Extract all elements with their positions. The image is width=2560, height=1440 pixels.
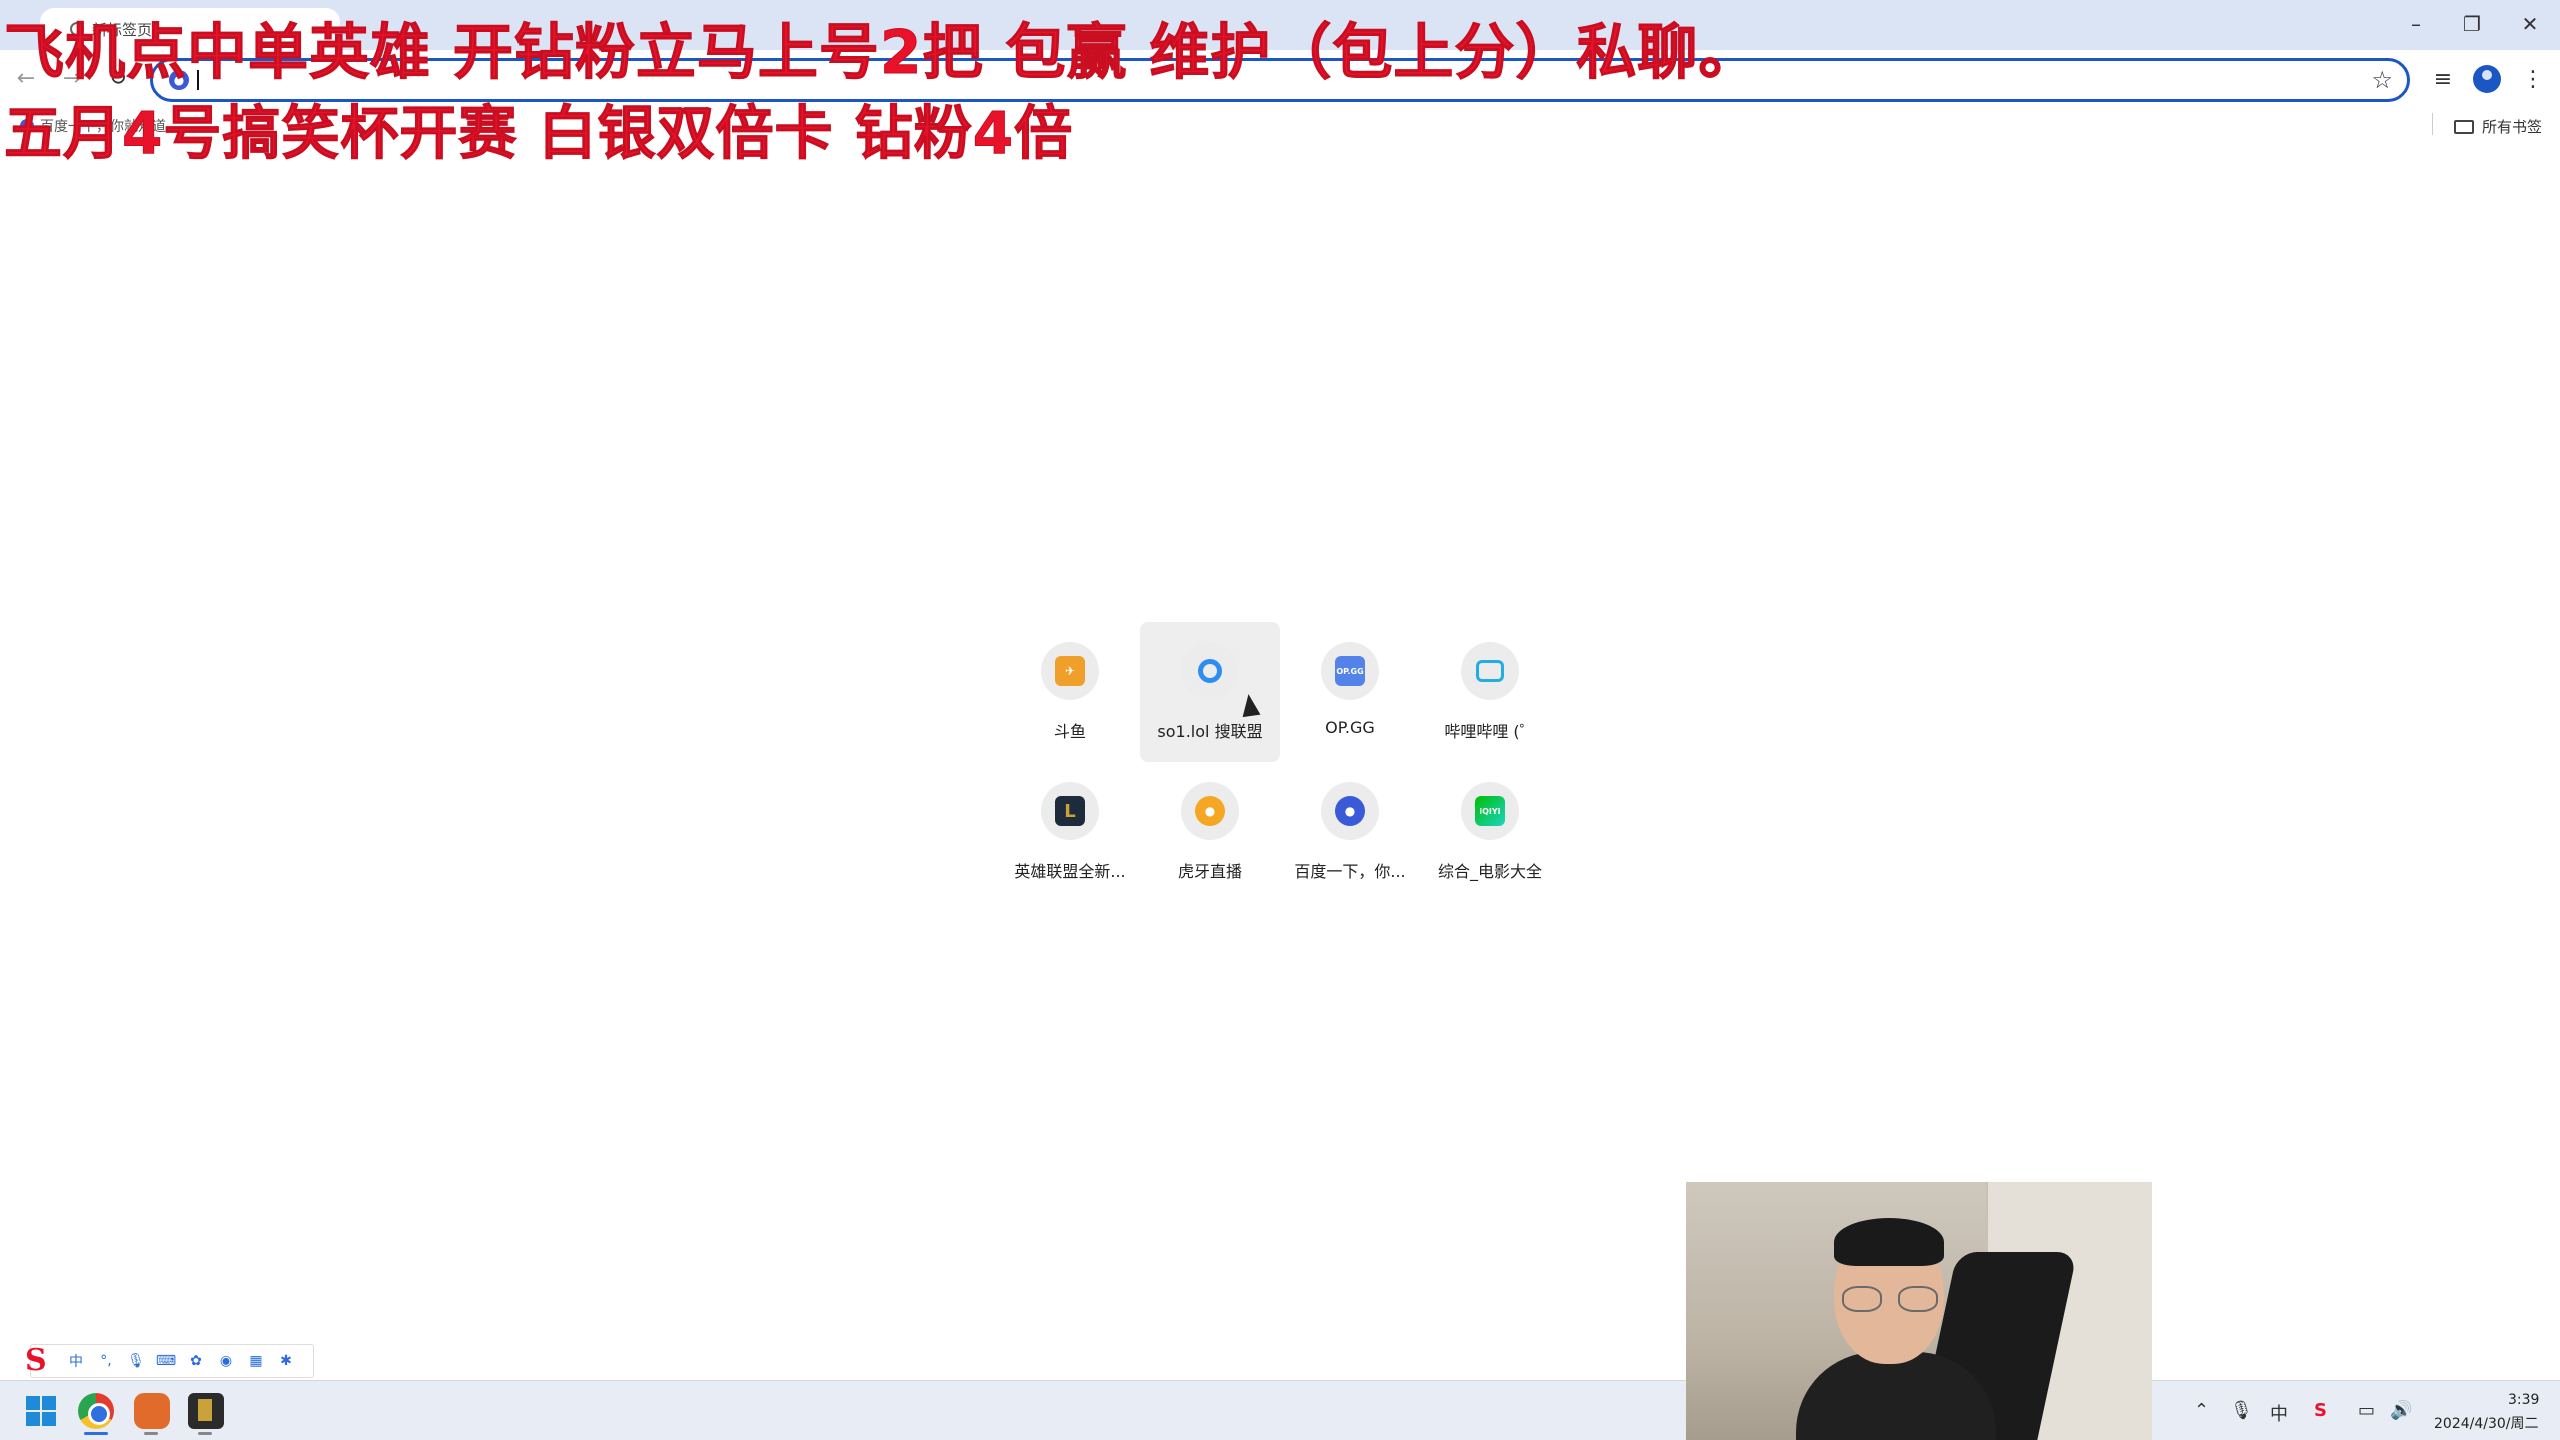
clock-time[interactable]: 3:39 [2508, 1392, 2539, 1408]
tray-overflow-icon[interactable]: ⌃ [2194, 1400, 2209, 1421]
shortcut-icon-circle: L [1041, 782, 1099, 840]
shortcut-tile[interactable]: 哔哩哔哩 (゜ [1420, 622, 1560, 762]
overlay-text-line-1: 飞机点中单英雄 开钻粉立马上号2把 包赢 维护（包上分）私聊。 [3, 18, 1760, 89]
tray-volume-icon[interactable]: 🔊 [2390, 1400, 2412, 1421]
tray-network-icon[interactable]: ▭ [2358, 1400, 2375, 1421]
shortcut-icon-circle: iQIYI [1461, 782, 1519, 840]
ime-toolbar: S 中 °, 🎙 ⌨ ✿ ◉ ▦ ✱ [25, 1343, 314, 1378]
shortcut-label: 虎牙直播 [1177, 862, 1242, 881]
restore-button[interactable]: ❐ [2452, 8, 2492, 40]
webcam-overlay [1686, 1182, 2152, 1440]
shortcut-label: 斗鱼 [1053, 722, 1086, 741]
ime-mode-toggle[interactable]: 中 [61, 1348, 91, 1374]
tray-microphone-icon[interactable]: 🎙 [2230, 1400, 2253, 1421]
folder-icon [2453, 119, 2474, 134]
media-control-icon[interactable]: ≡ [2426, 62, 2460, 96]
microphone-icon[interactable]: 🎙 [121, 1348, 151, 1374]
skin-icon[interactable]: ✿ [181, 1348, 211, 1374]
running-indicator [144, 1432, 158, 1435]
webcam-person-glasses [1842, 1286, 1938, 1312]
shortcut-icon-circle: ✈ [1041, 642, 1099, 700]
baidu-icon: ● [1335, 796, 1365, 826]
shortcut-tile[interactable]: OP.GG OP.GG [1280, 622, 1420, 762]
tray-sogou-icon[interactable]: S [2314, 1400, 2327, 1421]
huya-icon: ● [1195, 796, 1225, 826]
all-bookmarks-button[interactable]: 所有书签 [2453, 116, 2542, 137]
shortcut-icon-circle [1181, 642, 1239, 700]
close-button[interactable]: ✕ [2510, 8, 2550, 40]
tray-ime-icon[interactable]: 中 [2270, 1400, 2288, 1426]
sogou-logo-icon[interactable]: S [25, 1343, 61, 1379]
shortcut-icon-circle: ● [1321, 782, 1379, 840]
toolbox-icon[interactable]: ▦ [241, 1348, 271, 1374]
bookmark-star-icon[interactable]: ☆ [2371, 66, 2393, 94]
hand-cursor-icon [1239, 692, 1261, 718]
shortcut-tile[interactable]: ● 虎牙直播 [1140, 762, 1280, 902]
menu-kebab-icon[interactable]: ⋮ [2516, 62, 2550, 96]
punctuation-icon[interactable]: °, [91, 1348, 121, 1374]
opgg-icon: OP.GG [1335, 656, 1365, 686]
bilibili-icon [1475, 656, 1505, 686]
bookmarks-divider [2432, 113, 2433, 135]
douyu-icon: ✈ [1055, 656, 1085, 686]
shortcut-tile[interactable]: so1.lol 搜联盟 [1140, 622, 1280, 762]
shortcut-tile[interactable]: ✈ 斗鱼 [1000, 622, 1140, 762]
shortcut-label: so1.lol 搜联盟 [1157, 722, 1263, 741]
desktop: ⌄ 新标签页 – ❐ ✕ ← → ↻ ● ☆ ≡ ⋮ 百度一下，你就知道 所有书… [0, 0, 2560, 1440]
iqiyi-icon: iQIYI [1475, 796, 1505, 826]
shortcut-label: OP.GG [1325, 718, 1375, 737]
shortcut-tile[interactable]: L 英雄联盟全新... [1000, 762, 1140, 902]
running-indicator [198, 1432, 212, 1435]
overlay-text-line-2: 五月4号搞笑杯开赛 白银双倍卡 钻粉4倍 [3, 99, 1074, 168]
gamepad-icon[interactable]: ◉ [211, 1348, 241, 1374]
taskbar [0, 1380, 2560, 1440]
clock-date[interactable]: 2024/4/30/周二 [2434, 1413, 2539, 1433]
app-taskbar-icon[interactable] [134, 1393, 170, 1429]
keyboard-icon[interactable]: ⌨ [151, 1348, 181, 1374]
shortcut-label: 综合_电影大全 [1437, 862, 1542, 881]
start-button[interactable] [26, 1396, 56, 1426]
shortcut-label: 百度一下，你... [1294, 862, 1406, 881]
shortcut-label: 哔哩哔哩 (゜ [1444, 722, 1536, 741]
shortcut-icon-circle [1461, 642, 1519, 700]
all-bookmarks-label: 所有书签 [2481, 118, 2542, 136]
shortcut-label: 英雄联盟全新... [1014, 862, 1126, 881]
lol-icon: L [1055, 796, 1085, 826]
minimize-button[interactable]: – [2396, 8, 2436, 40]
webcam-person-hair [1834, 1218, 1944, 1266]
shortcut-tile[interactable]: ● 百度一下，你... [1280, 762, 1420, 902]
shortcut-tile[interactable]: iQIYI 综合_电影大全 [1420, 762, 1560, 902]
running-indicator [84, 1432, 108, 1435]
profile-avatar[interactable] [2473, 65, 2501, 93]
settings-icon[interactable]: ✱ [271, 1348, 301, 1374]
league-client-taskbar-icon[interactable] [188, 1393, 224, 1429]
chrome-taskbar-icon[interactable] [78, 1393, 114, 1429]
shortcut-icon-circle: OP.GG [1321, 642, 1379, 700]
so1lol-icon [1195, 656, 1225, 686]
shortcut-icon-circle: ● [1181, 782, 1239, 840]
